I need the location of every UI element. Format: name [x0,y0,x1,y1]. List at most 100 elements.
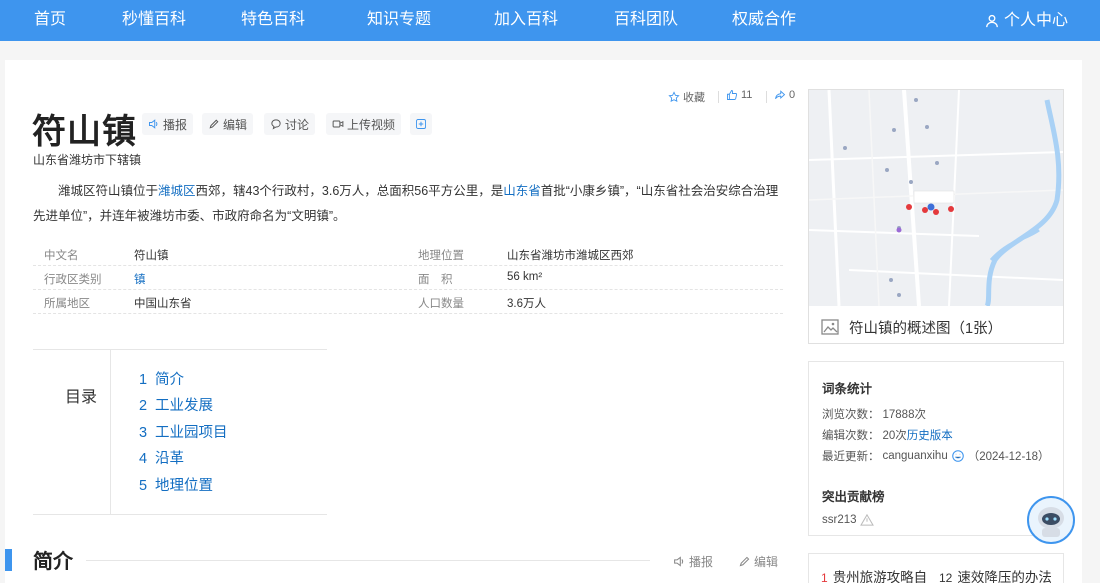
user-center-label: 个人中心 [1003,11,1068,29]
updated-user[interactable]: canguanxihu [883,450,948,462]
collect-label: 收藏 [683,92,705,104]
info-key: 行政区类别 [44,274,102,286]
map-graphic [809,90,1063,306]
level-badge-icon [859,514,874,526]
hot-label: 贵州旅游攻略自 [832,570,928,583]
image-icon [821,318,839,335]
thumbs-up-icon [727,90,738,100]
upload-video-label: 上传视频 [347,117,396,132]
hot-list-card: 1 贵州旅游攻略自 12 速效降压的办法 [808,553,1064,583]
basic-info-table: 中文名 符山镇 地理位置 山东省潍坊市潍城区西郊 行政区类别 镇 面 积 56 … [33,242,783,314]
link-shandong[interactable]: 山东省 [503,184,541,198]
info-key: 所属地区 [44,298,90,310]
info-key: 地理位置 [418,250,464,262]
add-button[interactable] [410,113,432,135]
broadcast-button[interactable]: 播报 [142,113,194,135]
toc-item-industrial-park[interactable]: 3 工业园项目 [139,421,228,442]
views-label: 浏览次数： [822,409,880,421]
share-count: 0 [789,89,796,101]
like-button[interactable]: 11 [726,89,752,101]
section-edit-button[interactable]: 编辑 [738,553,778,570]
toc-label: 地理位置 [155,478,213,494]
link-weicheng[interactable]: 潍城区 [158,184,196,198]
robot-icon [1038,507,1064,537]
nav-cooperation[interactable]: 权威合作 [732,0,796,41]
nav-join[interactable]: 加入百科 [494,0,558,41]
toc-item-history[interactable]: 4 沿革 [139,447,184,468]
nav-topics[interactable]: 知识专题 [367,0,431,41]
section-edit-label: 编辑 [754,555,779,569]
toc-num: 5 [139,478,148,494]
page-title: 符山镇 [32,113,137,151]
edits-line: 编辑次数： 20次 历史版本 [822,427,953,443]
info-value: 56 km² [507,271,543,283]
info-key: 人口数量 [418,298,464,310]
overview-map-card[interactable]: 符山镇的概述图（1张） [808,89,1064,344]
comment-icon [271,119,281,130]
contrib-user[interactable]: ssr213 [822,514,857,526]
history-version-link[interactable]: 历史版本 [907,427,953,443]
pencil-icon [739,556,750,567]
updated-label: 最近更新： [822,451,880,463]
entry-subtitle: 山东省潍坊市下辖镇 [33,153,142,167]
map-caption[interactable]: 符山镇的概述图（1张） [821,317,1002,338]
toc-num: 4 [139,451,148,467]
discuss-button[interactable]: 讨论 [264,113,316,135]
toc-side [33,350,111,514]
toc-item-industry[interactable]: 2 工业发展 [139,394,213,415]
info-value-link[interactable]: 镇 [134,271,146,287]
upload-video-button[interactable]: 上传视频 [326,113,402,135]
contrib-title: 突出贡献榜 [822,490,885,504]
info-value: 山东省潍坊市潍城区西郊 [507,250,634,262]
pencil-icon [209,119,219,129]
hot-item[interactable]: 1 贵州旅游攻略自 [821,566,927,583]
plus-icon [416,119,426,129]
section-divider [86,560,650,561]
summary-text: 西郊，辖43个行政村，3.6万人，总面积56平方公里，是 [195,184,504,198]
speaker-icon [149,119,158,129]
hot-label: 速效降压的办法 [957,570,1052,583]
section-marker [5,549,12,571]
edits-label: 编辑次数： [822,430,880,442]
broadcast-label: 播报 [163,117,188,132]
info-key: 面 积 [418,274,453,286]
discuss-label: 讨论 [285,117,310,132]
assistant-robot-button[interactable] [1027,496,1075,544]
hot-item[interactable]: 12 速效降压的办法 [939,566,1052,583]
info-key: 中文名 [44,250,79,262]
collect-button[interactable]: 收藏 [668,89,705,105]
toc-title: 目录 [65,389,98,406]
user-icon [986,14,998,27]
user-center-link[interactable]: 个人中心 [985,0,1068,41]
toc-label: 沿革 [155,451,184,467]
nav-home[interactable]: 首页 [34,0,66,41]
info-row: 所属地区 中国山东省 人口数量 3.6万人 [33,290,783,314]
nav-special[interactable]: 特色百科 [241,0,305,41]
toc-label: 简介 [155,372,184,388]
nav-team[interactable]: 百科团队 [614,0,678,41]
hot-rank: 1 [821,571,828,583]
divider [766,91,767,103]
contrib-line: ssr213 [822,514,874,526]
stats-title: 词条统计 [822,382,873,396]
toc-num: 3 [139,425,148,441]
toc-item-intro[interactable]: 1 简介 [139,368,184,389]
nav-miaodong[interactable]: 秒懂百科 [122,0,186,41]
info-row: 中文名 符山镇 地理位置 山东省潍坊市潍城区西郊 [33,242,783,266]
info-row: 行政区类别 镇 面 积 56 km² [33,266,783,290]
info-value: 3.6万人 [507,298,546,310]
edits-count: 20次 [882,430,907,442]
section-broadcast-label: 播报 [689,555,714,569]
toc-label: 工业园项目 [155,425,228,441]
edit-button[interactable]: 编辑 [202,113,254,135]
toc-label: 工业发展 [155,398,213,414]
share-button[interactable]: 0 [774,89,795,101]
entry-stats-card: 词条统计 浏览次数： 17888次 编辑次数： 20次 历史版本 最近更新： cangu… [808,361,1064,536]
info-value: 中国山东省 [134,298,192,310]
map-image[interactable] [809,90,1063,306]
user-badge-icon [951,450,964,462]
toc-num: 2 [139,398,148,414]
toc-item-location[interactable]: 5 地理位置 [139,474,213,495]
entry-summary: 潍城区符山镇位于潍城区西郊，辖43个行政村，3.6万人，总面积56平方公里，是山… [33,179,783,229]
section-broadcast-button[interactable]: 播报 [673,553,713,570]
